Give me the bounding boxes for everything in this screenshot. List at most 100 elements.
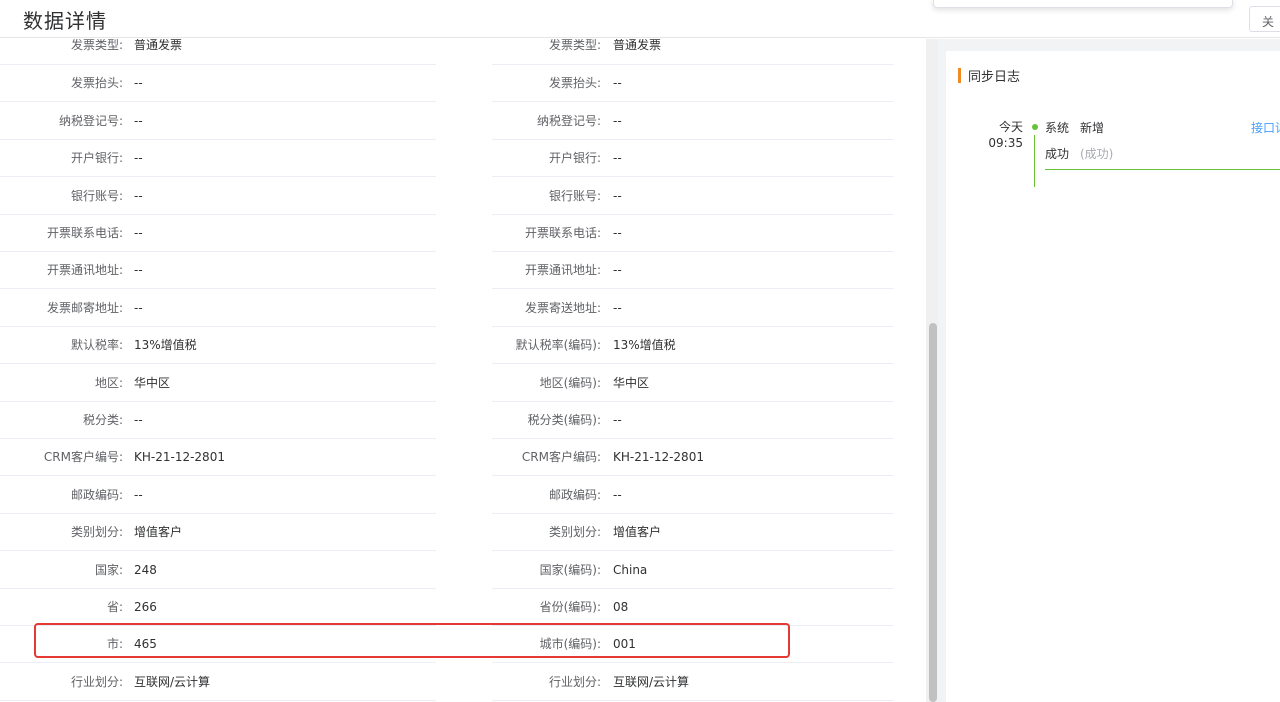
log-status-detail: (成功)	[1080, 147, 1114, 161]
field-value: --	[613, 114, 622, 128]
detail-form: 发票类型: 普通发票 发票类型: 普通发票 发票抬头: -- 发票抬头: -- 纳税登记号: --…	[0, 39, 925, 702]
interface-detail-link[interactable]: 接口详情	[1251, 119, 1280, 136]
field-label: 开票通讯地址:	[524, 263, 601, 277]
field-label: 行业划分:	[70, 675, 123, 689]
field-label: 国家:	[94, 563, 123, 577]
field-label: 类别划分:	[70, 525, 123, 539]
field-label: 地区(编码):	[539, 376, 601, 390]
field-value: 普通发票	[134, 39, 183, 52]
field-label: 纳税登记号:	[536, 114, 601, 128]
field-row-left: 国家: 248	[0, 552, 436, 589]
field-label: 省份(编码):	[539, 600, 601, 614]
field-label: 市:	[106, 637, 123, 651]
field-row-left: 纳税登记号: --	[0, 103, 436, 140]
field-label: 默认税率:	[70, 338, 123, 352]
field-row-right: 地区(编码): 华中区	[492, 365, 893, 402]
field-label: 省:	[106, 600, 123, 614]
field-value: --	[134, 189, 143, 203]
field-value: --	[134, 76, 143, 90]
field-value: 华中区	[134, 376, 171, 390]
title-accent-bar	[958, 68, 961, 83]
field-value: --	[613, 226, 622, 240]
field-value: 13%增值税	[134, 338, 197, 352]
field-value: 增值客户	[613, 525, 662, 539]
field-value: KH-21-12-2801	[134, 450, 225, 464]
dropdown-panel	[933, 0, 1233, 8]
field-value: --	[613, 189, 622, 203]
field-label: 地区:	[94, 376, 123, 390]
field-label: CRM客户编码:	[521, 450, 601, 464]
field-value: 465	[134, 637, 157, 651]
field-label: 邮政编码:	[548, 488, 601, 502]
field-value: --	[613, 413, 622, 427]
field-row-right: 国家(编码): China	[492, 552, 893, 589]
log-date: 今天	[998, 120, 1023, 134]
field-row-right: 开票联系电话: --	[492, 215, 893, 252]
timeline-dot-icon	[1032, 124, 1038, 130]
field-label: 发票抬头:	[548, 76, 601, 90]
field-label: 发票邮寄地址:	[46, 301, 123, 315]
field-label: 默认税率(编码):	[515, 338, 601, 352]
field-label: 开户银行:	[70, 151, 123, 165]
sync-log-panel: 同步日志 今天 09:35 系统 新增 接口详情 成功 (成功)	[946, 51, 1280, 702]
field-row-left: 开户银行: --	[0, 140, 436, 177]
field-row-left: 发票抬头: --	[0, 65, 436, 102]
field-label: 国家(编码):	[539, 563, 601, 577]
field-row-left: 邮政编码: --	[0, 477, 436, 514]
field-value: 13%增值税	[613, 338, 676, 352]
field-row-right: 发票类型: 普通发票	[492, 39, 893, 65]
field-value: 248	[134, 563, 157, 577]
field-label: 税分类:	[82, 413, 123, 427]
field-row-left: 开票通讯地址: --	[0, 252, 436, 289]
field-row-right: CRM客户编码: KH-21-12-2801	[492, 439, 893, 476]
log-divider	[1045, 169, 1280, 170]
field-row-right: 银行账号: --	[492, 178, 893, 215]
field-value: 增值客户	[134, 525, 183, 539]
field-row-left: 类别划分: 增值客户	[0, 514, 436, 551]
header-bar: 数据详情 关	[0, 0, 1280, 38]
field-label: 类别划分:	[548, 525, 601, 539]
field-row-right: 税分类(编码): --	[492, 402, 893, 439]
field-label: 开户银行:	[548, 151, 601, 165]
field-row-right: 行业划分: 互联网/云计算	[492, 664, 893, 701]
field-value: China	[613, 563, 648, 577]
field-row-left: 默认税率: 13%增值税	[0, 327, 436, 364]
field-row-right: 开票通讯地址: --	[492, 252, 893, 289]
sync-log-title: 同步日志	[968, 70, 1021, 85]
field-value: KH-21-12-2801	[613, 450, 704, 464]
field-label: 银行账号:	[548, 189, 601, 203]
field-row-left: 发票类型: 普通发票	[0, 39, 436, 65]
field-label: 发票类型:	[548, 39, 601, 52]
timeline-line	[1034, 135, 1035, 187]
field-value: --	[613, 76, 622, 90]
field-value: 08	[613, 600, 629, 614]
field-row-left: 银行账号: --	[0, 178, 436, 215]
field-label: 发票抬头:	[70, 76, 123, 90]
close-button[interactable]: 关	[1249, 6, 1280, 32]
field-label: 税分类(编码):	[527, 413, 601, 427]
field-label: 城市(编码):	[539, 637, 601, 651]
log-source: 系统	[1045, 121, 1070, 135]
field-row-right: 发票抬头: --	[492, 65, 893, 102]
field-value: 互联网/云计算	[134, 675, 211, 689]
field-label: 开票通讯地址:	[46, 263, 123, 277]
field-value: --	[134, 114, 143, 128]
field-value: --	[613, 301, 622, 315]
field-value: 华中区	[613, 376, 650, 390]
field-row-right: 开户银行: --	[492, 140, 893, 177]
field-row-right: 默认税率(编码): 13%增值税	[492, 327, 893, 364]
page-title: 数据详情	[23, 9, 107, 33]
field-label: 纳税登记号:	[58, 114, 123, 128]
field-row-left: 省: 266	[0, 589, 436, 626]
field-value: --	[134, 301, 143, 315]
field-row-right: 城市(编码): 001	[492, 626, 893, 663]
field-label: 行业划分:	[548, 675, 601, 689]
field-value: --	[613, 488, 622, 502]
field-row-left: 开票联系电话: --	[0, 215, 436, 252]
field-row-left: 税分类: --	[0, 402, 436, 439]
log-status: 成功	[1045, 147, 1070, 161]
scrollbar-thumb[interactable]	[929, 323, 937, 702]
field-row-left: CRM客户编号: KH-21-12-2801	[0, 439, 436, 476]
field-label: 开票联系电话:	[46, 226, 123, 240]
field-value: --	[134, 263, 143, 277]
